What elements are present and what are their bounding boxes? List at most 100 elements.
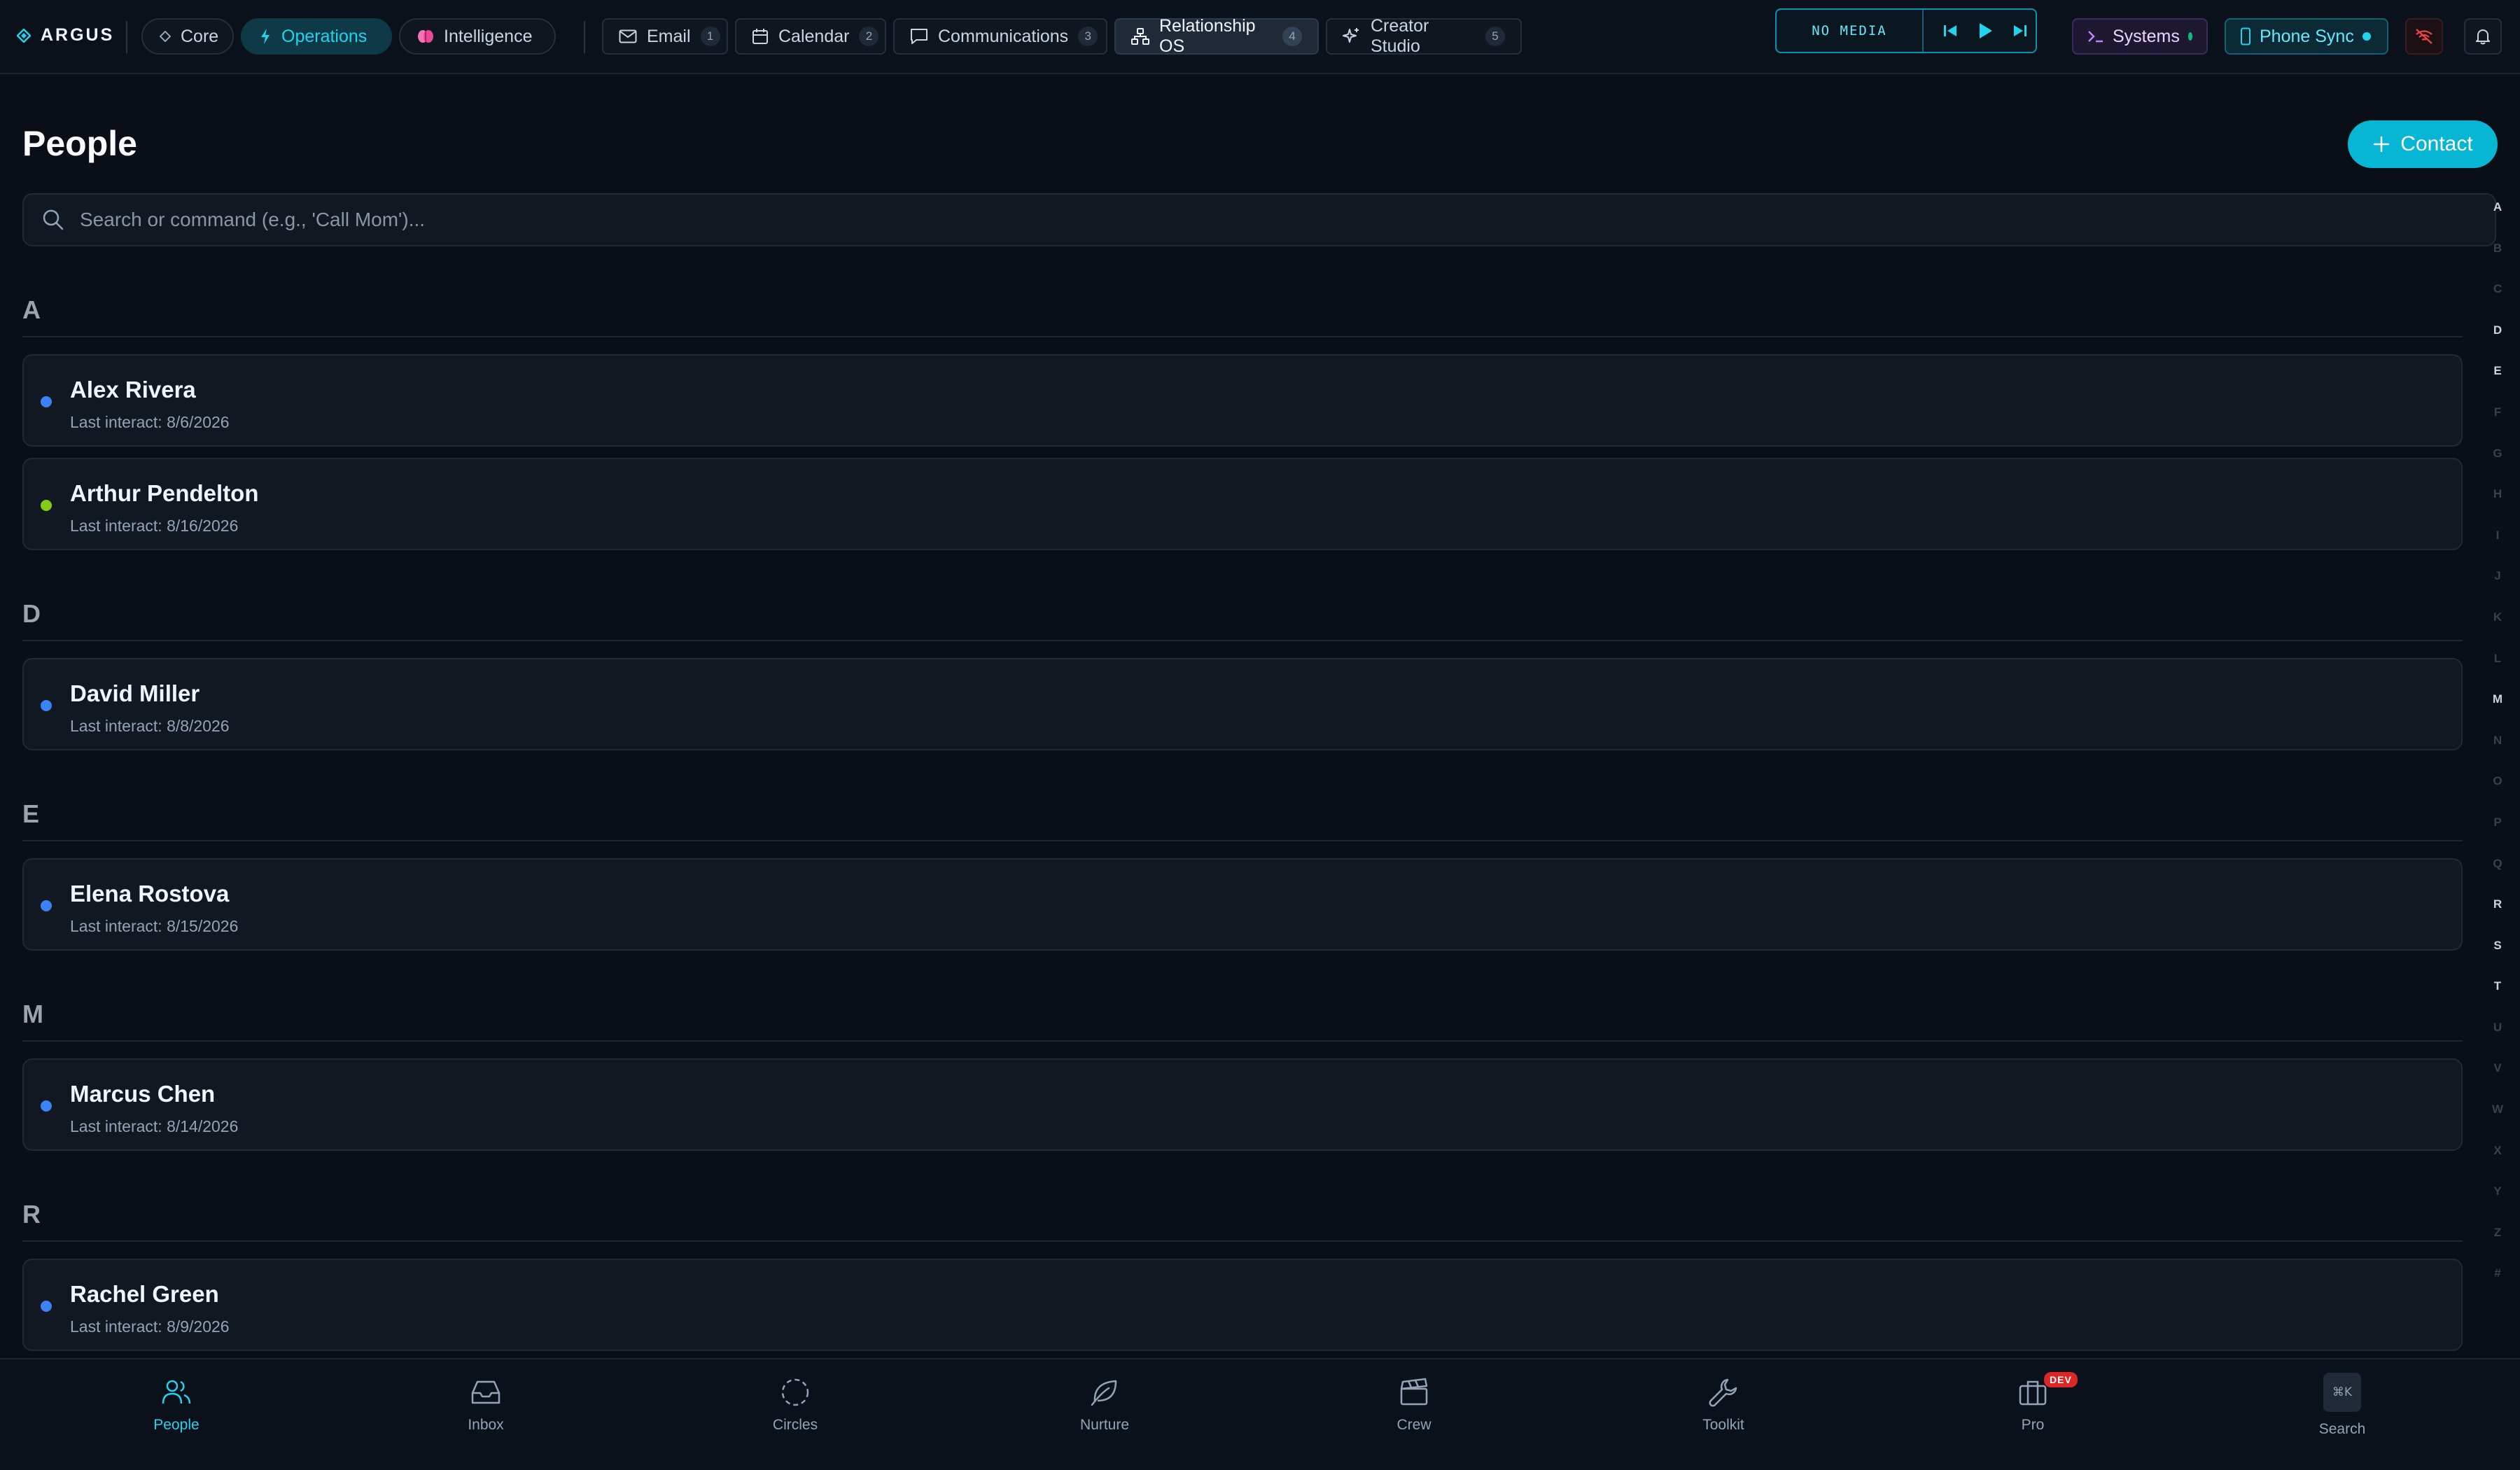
search-icon: [42, 209, 64, 231]
contact-name: Elena Rostova: [70, 881, 230, 906]
contact-card[interactable]: David Miller Last interact: 8/8/2026: [22, 658, 2463, 750]
chat-icon: [910, 28, 928, 45]
contact-name: Arthur Pendelton: [70, 480, 259, 506]
skip-back-icon[interactable]: [1942, 22, 1959, 39]
mode-core[interactable]: Core: [141, 18, 234, 55]
phone-icon: [2240, 27, 2251, 46]
bolt-icon: [259, 28, 272, 45]
alpha-letter-q[interactable]: Q: [2493, 855, 2502, 897]
alpha-letter-f[interactable]: F: [2494, 404, 2501, 445]
mode-operations[interactable]: Operations: [241, 18, 392, 55]
tab-email[interactable]: Email 1: [602, 18, 728, 55]
plus-icon: [2372, 135, 2390, 153]
briefcase-icon: DEV: [2017, 1372, 2078, 1410]
alpha-letter-j[interactable]: J: [2494, 568, 2500, 609]
sparkles-icon: [1343, 27, 1361, 46]
add-contact-button[interactable]: Contact: [2348, 120, 2498, 168]
phone-sync-status-dot: [2362, 32, 2371, 41]
alpha-letter-i[interactable]: I: [2496, 527, 2500, 568]
network-icon: [1131, 28, 1149, 45]
bottom-nav: People Inbox Circles Nurture Crew Toolki…: [0, 1358, 2520, 1470]
contact-status-dot: [41, 1100, 52, 1112]
alpha-letter-b[interactable]: B: [2493, 240, 2502, 281]
section-header-r: R: [22, 1200, 2463, 1242]
contact-card[interactable]: Marcus Chen Last interact: 8/14/2026: [22, 1058, 2463, 1151]
nav-people[interactable]: People: [106, 1375, 246, 1434]
contact-status-dot: [41, 700, 52, 711]
alpha-letter-g[interactable]: G: [2493, 445, 2502, 486]
alpha-letter-v[interactable]: V: [2493, 1060, 2501, 1101]
section-header-e: E: [22, 799, 2463, 841]
contact-last-interaction: Last interact: 8/16/2026: [70, 517, 239, 535]
systems-status-dot: [2188, 32, 2192, 41]
skip-forward-icon[interactable]: [2012, 22, 2029, 39]
nav-search[interactable]: ⌘K Search: [2272, 1371, 2412, 1438]
alpha-letter-y[interactable]: Y: [2493, 1183, 2501, 1224]
tab-calendar[interactable]: Calendar 2: [735, 18, 886, 55]
alpha-letter-t[interactable]: T: [2494, 978, 2501, 1019]
alpha-letter-r[interactable]: R: [2493, 896, 2502, 937]
contact-card[interactable]: Rachel Green Last interact: 8/9/2026: [22, 1259, 2463, 1351]
alpha-letter-x[interactable]: X: [2493, 1142, 2501, 1184]
contact-last-interaction: Last interact: 8/8/2026: [70, 717, 230, 735]
top-bar: ARGUS Core Operations Intelligence Email…: [0, 0, 2520, 74]
alpha-letter-e[interactable]: E: [2493, 363, 2501, 404]
contact-status-dot: [41, 396, 52, 407]
alpha-letter-p[interactable]: P: [2493, 814, 2501, 855]
contact-last-interaction: Last interact: 8/14/2026: [70, 1117, 239, 1135]
phone-sync-button[interactable]: Phone Sync: [2225, 18, 2388, 55]
alpha-letter-d[interactable]: D: [2493, 322, 2502, 363]
tab-communications[interactable]: Communications 3: [893, 18, 1107, 55]
diamond-icon: [160, 31, 171, 42]
search-input[interactable]: [80, 209, 2495, 231]
alpha-letter-hash[interactable]: #: [2494, 1265, 2500, 1306]
divider: [126, 21, 127, 53]
alpha-letter-o[interactable]: O: [2493, 773, 2502, 814]
nav-inbox[interactable]: Inbox: [416, 1375, 556, 1434]
section-header-m: M: [22, 1000, 2463, 1042]
alpha-letter-a[interactable]: A: [2493, 199, 2502, 240]
wifi-off-button[interactable]: [2405, 18, 2443, 55]
alpha-letter-h[interactable]: H: [2493, 486, 2502, 527]
tab-creator-studio[interactable]: Creator Studio 5: [1326, 16, 1522, 56]
contact-name: Alex Rivera: [70, 377, 196, 402]
nav-crew[interactable]: Crew: [1344, 1375, 1484, 1434]
nav-toolkit[interactable]: Toolkit: [1653, 1375, 1793, 1434]
alpha-letter-c[interactable]: C: [2493, 281, 2502, 322]
nav-nurture[interactable]: Nurture: [1035, 1375, 1175, 1434]
alphabet-index: A B C D E F G H I J K L M N O P Q R S T …: [2485, 199, 2510, 1306]
alpha-letter-u[interactable]: U: [2493, 1019, 2502, 1060]
alpha-letter-m[interactable]: M: [2493, 691, 2502, 732]
section-header-d: D: [22, 599, 2463, 641]
alpha-letter-n[interactable]: N: [2493, 732, 2502, 774]
mail-icon: [619, 29, 637, 43]
contact-card[interactable]: Elena Rostova Last interact: 8/15/2026: [22, 858, 2463, 951]
alpha-letter-k[interactable]: K: [2493, 609, 2502, 650]
bell-icon: [2474, 27, 2491, 46]
page-title: People: [22, 124, 137, 163]
alpha-letter-w[interactable]: W: [2492, 1101, 2503, 1142]
play-icon[interactable]: [1977, 22, 1994, 40]
tab-relationship-os[interactable]: Relationship OS 4: [1114, 16, 1319, 56]
section-header-a: A: [22, 295, 2463, 337]
users-icon: [161, 1375, 192, 1410]
nav-circles[interactable]: Circles: [725, 1375, 865, 1434]
nav-pro[interactable]: DEV Pro: [1963, 1372, 2103, 1434]
brain-icon: [417, 29, 434, 44]
systems-button[interactable]: Systems: [2072, 18, 2208, 55]
contact-card[interactable]: Alex Rivera Last interact: 8/6/2026: [22, 354, 2463, 447]
mode-intelligence[interactable]: Intelligence: [399, 18, 556, 55]
tab-badge: 4: [1282, 27, 1302, 46]
contact-card[interactable]: Arthur Pendelton Last interact: 8/16/202…: [22, 458, 2463, 550]
alpha-letter-l[interactable]: L: [2494, 650, 2501, 692]
contact-name: David Miller: [70, 680, 200, 706]
brand-name: ARGUS: [41, 25, 115, 45]
contact-status-dot: [41, 500, 52, 511]
alpha-letter-z[interactable]: Z: [2494, 1224, 2501, 1266]
contact-status-dot: [41, 1301, 52, 1312]
shortcut-key: ⌘K: [2323, 1373, 2361, 1412]
notifications-button[interactable]: [2464, 18, 2502, 55]
brand-logo[interactable]: ARGUS: [17, 25, 114, 46]
alpha-letter-s[interactable]: S: [2493, 937, 2501, 979]
tab-badge: 2: [859, 27, 879, 46]
